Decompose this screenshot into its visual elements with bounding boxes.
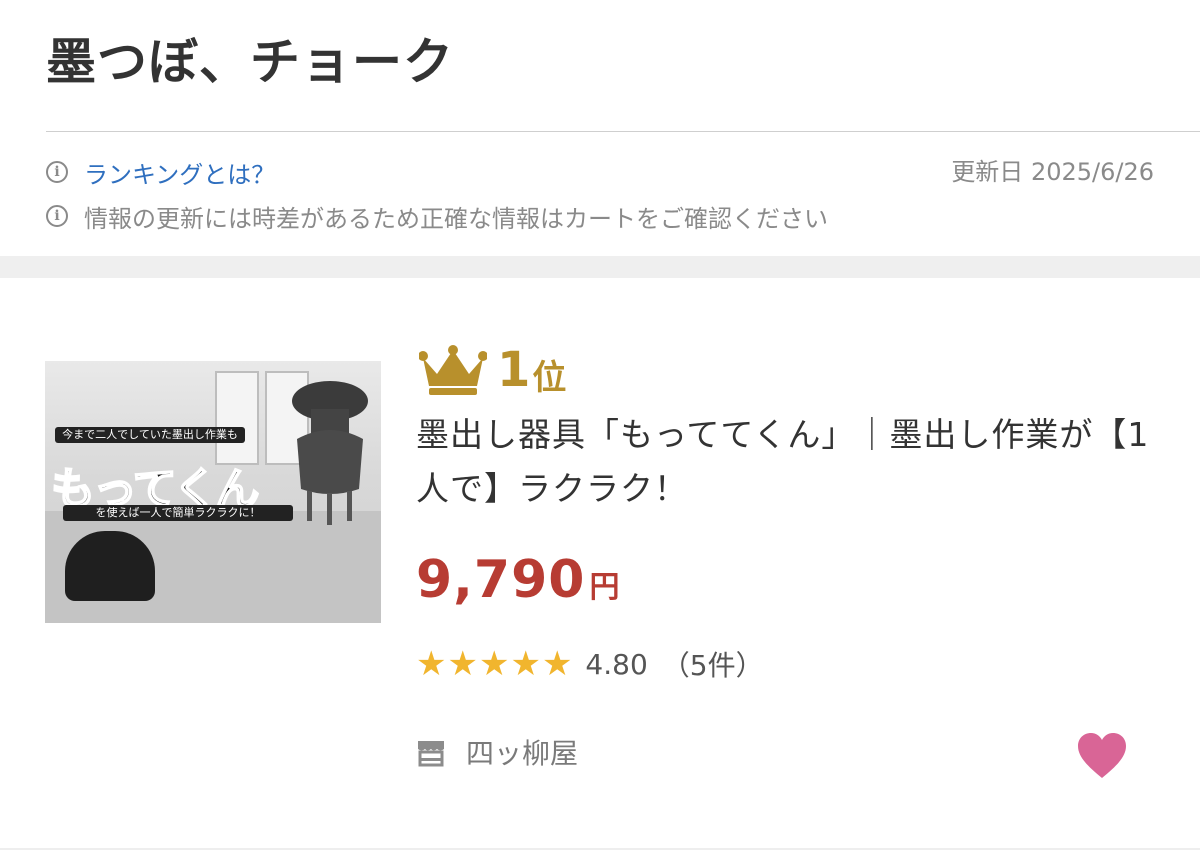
info-icon: i xyxy=(46,161,68,183)
thumbnail-person xyxy=(65,531,155,601)
favorite-heart-icon[interactable] xyxy=(1076,732,1128,780)
ranking-help-row[interactable]: i ランキングとは？ xyxy=(46,152,275,192)
ranking-page: 墨つぼ、チョーク i ランキングとは？ 更新日 2025/6/26 i 情報の更… xyxy=(0,0,1200,850)
header: 墨つぼ、チョーク xyxy=(0,0,1200,132)
price: 9,790 円 xyxy=(416,550,619,610)
star-icon: ★ xyxy=(541,644,573,684)
rating: ★ ★ ★ ★ ★ 4.80 （5件） xyxy=(416,644,764,684)
thumbnail-banner-bottom: を使えば一人で簡単ラクラクに！ xyxy=(63,505,293,521)
shop-icon xyxy=(418,741,444,767)
price-value: 9,790 xyxy=(416,550,586,610)
notice-row: i 情報の更新には時差があるため正確な情報はカートをご確認ください xyxy=(46,196,828,236)
notice-text: 情報の更新には時差があるため正確な情報はカートをご確認ください xyxy=(84,204,828,233)
ranking-info: i ランキングとは？ 更新日 2025/6/26 i 情報の更新には時差があるた… xyxy=(0,132,1200,256)
ranking-help-link[interactable]: ランキングとは？ xyxy=(84,155,275,190)
product-title[interactable]: 墨出し器具「もっててくん」｜墨出し作業が【1人で】ラクラク！ xyxy=(416,408,1156,516)
info-icon: i xyxy=(46,205,68,227)
rank-badge: 1 位 xyxy=(419,340,566,400)
shop-link[interactable]: 四ッ柳屋 xyxy=(416,730,578,774)
page-title: 墨つぼ、チョーク xyxy=(46,33,454,91)
rank-unit: 位 xyxy=(532,357,567,398)
section-separator xyxy=(0,256,1200,278)
thumbnail-window xyxy=(215,371,259,465)
product-card[interactable]: 今まで二人でしていた墨出し作業も もってくん を使えば一人で簡単ラクラクに！ 1… xyxy=(0,278,1200,850)
review-count[interactable]: （5件） xyxy=(662,644,764,684)
thumbnail-device-icon xyxy=(292,381,368,525)
star-icon: ★ xyxy=(510,644,541,684)
shop-name[interactable]: 四ッ柳屋 xyxy=(466,732,578,772)
rating-stars: ★ ★ ★ ★ ★ xyxy=(416,644,573,684)
star-icon: ★ xyxy=(447,644,478,684)
price-unit: 円 xyxy=(589,570,620,605)
product-thumbnail[interactable]: 今まで二人でしていた墨出し作業も もってくん を使えば一人で簡単ラクラクに！ xyxy=(45,361,381,623)
updated-date: 更新日 2025/6/26 xyxy=(951,158,1154,186)
thumbnail-banner-top: 今まで二人でしていた墨出し作業も xyxy=(55,427,245,443)
rating-value: 4.80 xyxy=(585,647,648,681)
star-icon: ★ xyxy=(478,644,510,684)
star-icon: ★ xyxy=(416,644,447,684)
crown-icon xyxy=(419,345,487,395)
rank-number: 1 xyxy=(497,342,531,398)
